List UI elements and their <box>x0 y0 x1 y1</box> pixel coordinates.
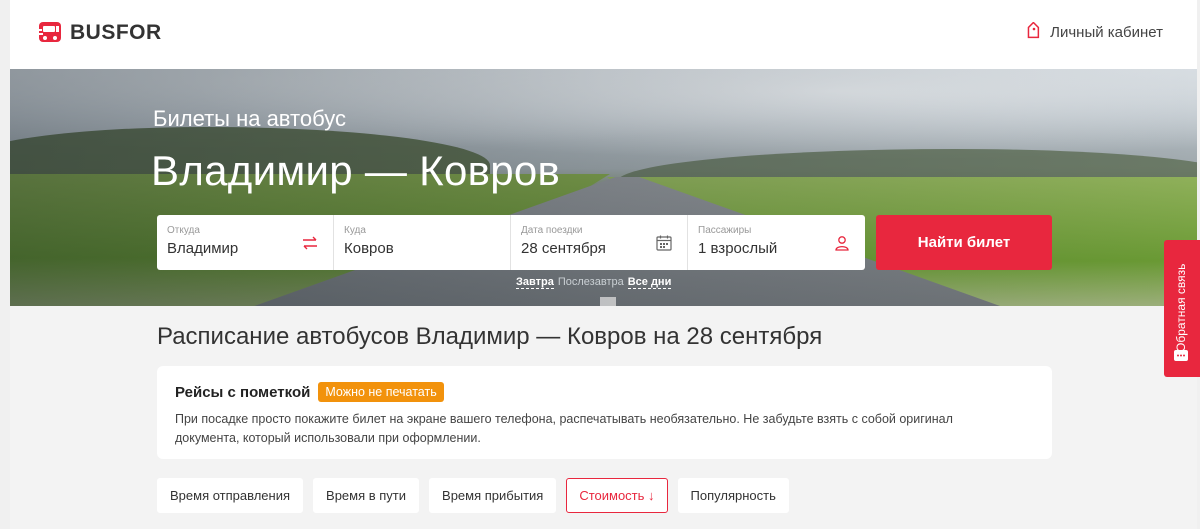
page-left-edge <box>0 0 10 529</box>
e-ticket-notice: Рейсы с пометкой Можно не печатать При п… <box>157 366 1052 459</box>
notice-text: При посадке просто покажите билет на экр… <box>175 412 953 445</box>
busfor-logo[interactable]: BUSFOR <box>38 20 162 46</box>
hero-banner: Билеты на автобус Владимир — Ковров Отку… <box>10 69 1197 306</box>
bus-logo-icon <box>38 20 64 46</box>
passengers-field[interactable]: Пассажиры 1 взрослый <box>688 215 865 270</box>
swap-icon[interactable] <box>301 234 319 252</box>
to-value[interactable]: Ковров <box>344 240 510 257</box>
feedback-label: Обратная связь <box>1174 263 1188 352</box>
site-header: BUSFOR Личный кабинет <box>10 0 1197 69</box>
sort-arrival-button[interactable]: Время прибытия <box>429 478 557 513</box>
to-label: Куда <box>344 225 366 236</box>
sort-departure-button[interactable]: Время отправления <box>157 478 304 513</box>
sort-options: Время отправления Время в пути Время при… <box>157 478 789 513</box>
feedback-tab[interactable]: Обратная связь <box>1164 240 1200 377</box>
quick-date-day-after[interactable]: Послезавтра <box>558 276 624 289</box>
account-label: Личный кабинет <box>1050 23 1163 41</box>
sort-price-button[interactable]: Стоимость ↓ <box>566 478 668 513</box>
tag-icon <box>1022 21 1042 42</box>
sort-duration-button[interactable]: Время в пути <box>313 478 420 513</box>
calendar-icon[interactable] <box>655 234 673 252</box>
notice-title: Рейсы с пометкой <box>175 383 311 401</box>
hero-subtitle: Билеты на автобус <box>153 106 346 131</box>
notice-head: Рейсы с пометкой Можно не печатать <box>175 382 1034 402</box>
date-field[interactable]: Дата поездки 28 сентября <box>511 215 688 270</box>
sort-popularity-button[interactable]: Популярность <box>677 478 789 513</box>
quick-dates: Завтра Послезавтра Все дни <box>516 276 672 289</box>
find-ticket-button[interactable]: Найти билет <box>876 215 1052 270</box>
logo-text: BUSFOR <box>70 21 162 44</box>
user-icon[interactable] <box>833 234 851 252</box>
quick-date-tomorrow[interactable]: Завтра <box>516 276 554 289</box>
hero-title: Владимир — Ковров <box>151 147 561 194</box>
schedule-title: Расписание автобусов Владимир — Ковров н… <box>157 323 823 350</box>
from-field[interactable]: Откуда Владимир <box>157 215 334 270</box>
account-link[interactable]: Личный кабинет <box>1022 21 1163 42</box>
search-form: Откуда Владимир Куда Ковров Дата поездки… <box>157 215 865 270</box>
chat-icon <box>1173 348 1189 364</box>
no-print-badge: Можно не печатать <box>318 382 444 402</box>
to-field[interactable]: Куда Ковров <box>334 215 511 270</box>
quick-date-all[interactable]: Все дни <box>627 276 672 289</box>
